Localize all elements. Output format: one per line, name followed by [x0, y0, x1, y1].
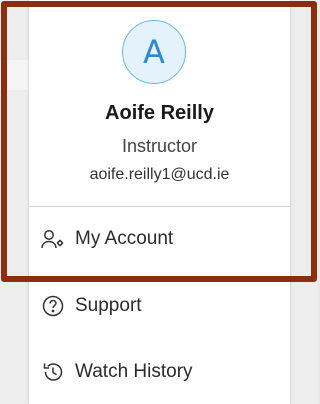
divider: [29, 206, 290, 207]
avatar[interactable]: A: [122, 20, 186, 84]
user-role: Instructor: [121, 136, 198, 156]
avatar-initial: A: [143, 33, 165, 71]
user-email: aoife.reilly1@ucd.ie: [89, 166, 230, 183]
user-name: Aoife Reilly: [105, 102, 214, 124]
help-circle-icon: [40, 295, 66, 317]
account-settings-icon: [40, 228, 66, 250]
history-icon: [40, 361, 66, 383]
menu-item-support[interactable]: Support: [29, 284, 290, 328]
menu-item-label: My Account: [75, 228, 174, 249]
menu-item-my-account[interactable]: My Account: [29, 217, 290, 261]
menu-item-label: Watch History: [75, 361, 193, 382]
background-right-edge: [288, 0, 318, 404]
account-dropdown-menu: A Aoife Reilly Instructor aoife.reilly1@…: [29, 0, 290, 404]
menu-item-label: Support: [75, 295, 142, 316]
menu-item-watch-history[interactable]: Watch History: [29, 350, 290, 394]
